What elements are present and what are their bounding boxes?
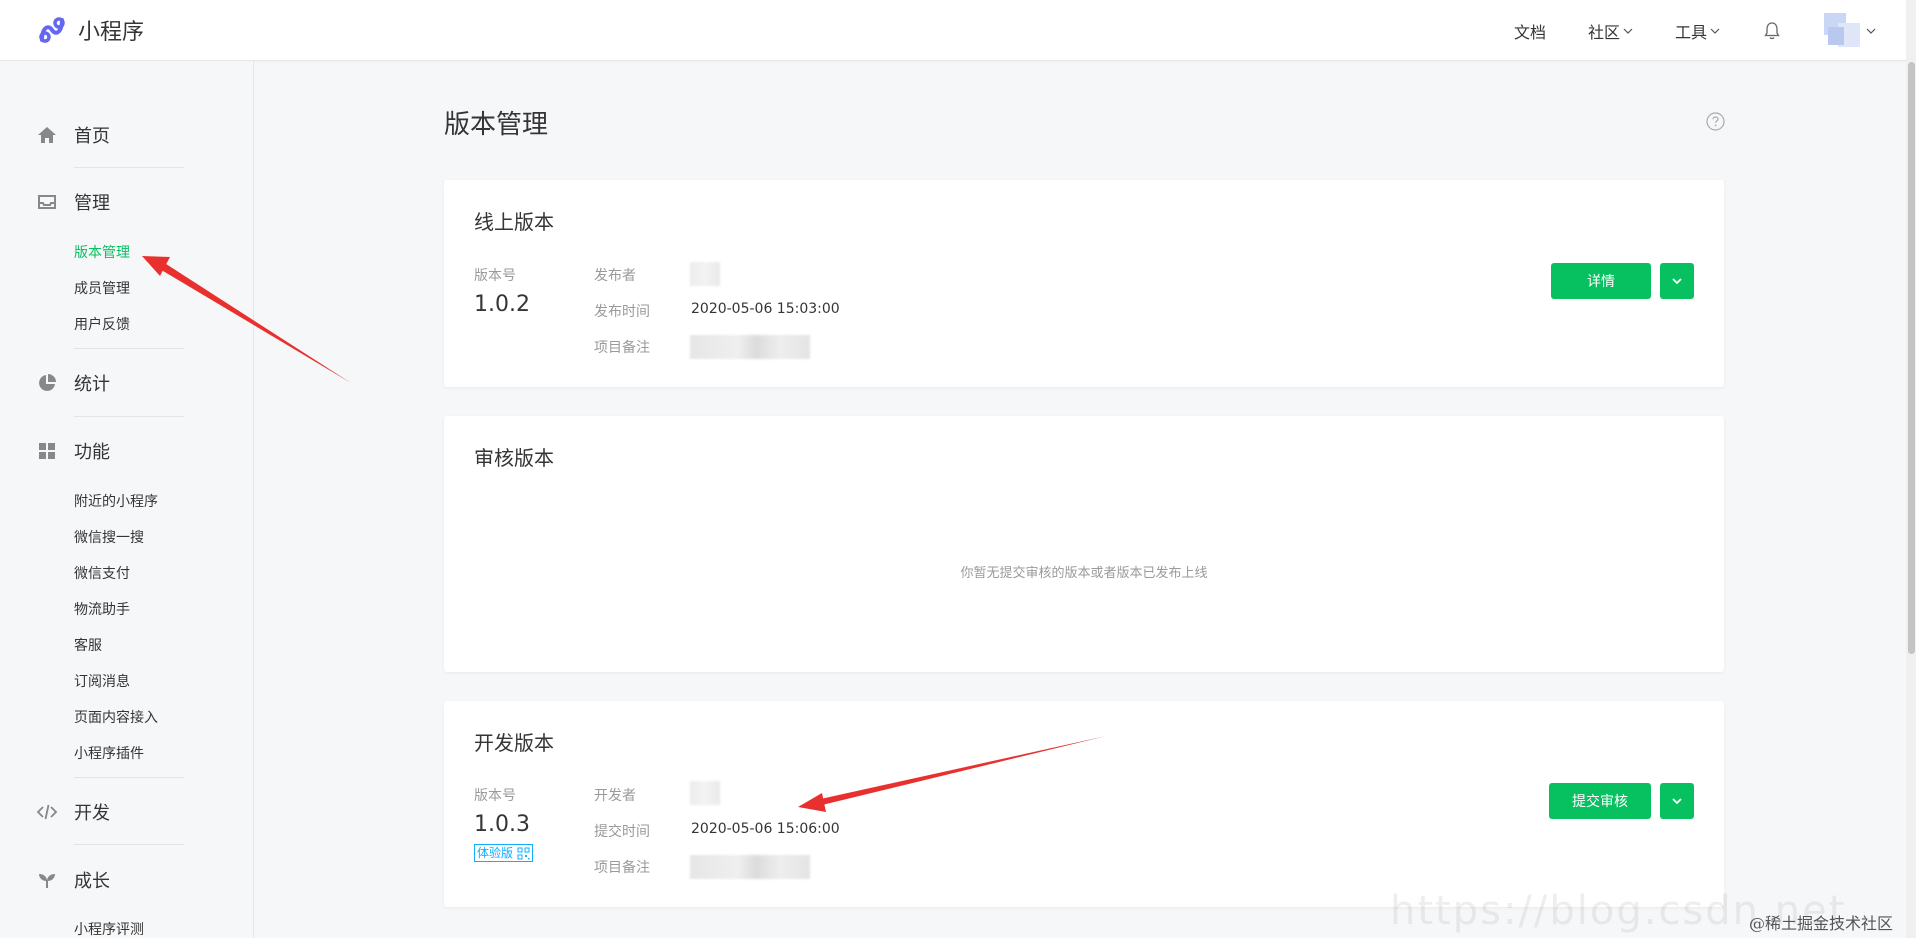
sidebar-item-label: 管理 xyxy=(74,193,110,214)
trial-version-badge[interactable]: 体验版 xyxy=(474,844,534,862)
sidebar-subitem-user-feedback[interactable]: 用户反馈 xyxy=(74,314,130,334)
divider xyxy=(74,167,184,168)
developer-avatar-redacted xyxy=(690,781,720,805)
sidebar-item-label: 开发 xyxy=(74,803,110,824)
sidebar-subitem-nearby[interactable]: 附近的小程序 xyxy=(74,491,158,511)
sidebar: 首页 管理 版本管理 成员管理 用户反馈 统计 功能 附近的小程序 微信搜一搜 … xyxy=(0,61,254,938)
field-key-publisher: 发布者 xyxy=(594,268,636,284)
divider xyxy=(74,416,184,417)
avatar xyxy=(1824,12,1860,49)
bell-icon[interactable] xyxy=(1762,21,1782,41)
page-title: 版本管理 xyxy=(444,110,549,140)
trial-badge-label: 体验版 xyxy=(477,846,514,860)
card-title: 审核版本 xyxy=(474,446,554,470)
nav-docs-label: 文档 xyxy=(1513,22,1546,42)
publisher-avatar-redacted xyxy=(690,262,720,286)
field-key-remark: 项目备注 xyxy=(594,860,650,876)
chevron-down-icon xyxy=(1672,798,1682,805)
scrollbar-thumb[interactable] xyxy=(1908,62,1915,654)
sidebar-item-label: 统计 xyxy=(74,374,110,395)
nav-docs[interactable]: 文档 xyxy=(1514,19,1546,43)
nav-community[interactable]: 社区 xyxy=(1588,19,1633,43)
field-key-submit-time: 提交时间 xyxy=(594,824,650,840)
version-number: 1.0.3 xyxy=(474,812,530,837)
qrcode-icon xyxy=(517,847,530,859)
dev-more-dropdown[interactable] xyxy=(1660,783,1694,819)
sprout-icon xyxy=(39,874,55,888)
help-icon[interactable] xyxy=(1706,112,1725,131)
pie-chart-icon xyxy=(39,374,56,391)
sidebar-subitem-plugins[interactable]: 小程序插件 xyxy=(74,743,144,763)
top-bar: 小程序 文档 社区 工具 xyxy=(0,0,1916,61)
divider xyxy=(74,844,184,845)
sidebar-item-stats[interactable]: 统计 xyxy=(36,370,110,396)
logo[interactable]: 小程序 xyxy=(36,14,144,46)
remark-redacted xyxy=(690,855,810,879)
sidebar-subitem-wechat-search[interactable]: 微信搜一搜 xyxy=(74,527,144,547)
sidebar-item-home[interactable]: 首页 xyxy=(36,122,110,148)
sidebar-subitem-customer-service[interactable]: 客服 xyxy=(74,635,102,655)
chevron-down-icon xyxy=(1710,28,1720,34)
submit-review-button[interactable]: 提交审核 xyxy=(1549,783,1651,819)
review-version-card: 审核版本 你暂无提交审核的版本或者版本已发布上线 xyxy=(444,416,1724,672)
miniprogram-logo-icon xyxy=(39,17,65,43)
sidebar-item-label: 成长 xyxy=(74,871,110,892)
inbox-icon xyxy=(38,195,56,209)
remark-redacted xyxy=(690,335,810,359)
logo-text: 小程序 xyxy=(78,20,145,45)
chevron-down-icon xyxy=(1623,28,1633,34)
sidebar-subitem-evaluation[interactable]: 小程序评测 xyxy=(74,919,144,938)
sidebar-item-growth[interactable]: 成长 xyxy=(36,867,110,893)
version-label: 版本号 xyxy=(474,788,516,804)
sidebar-subitem-subscribe-message[interactable]: 订阅消息 xyxy=(74,671,130,691)
details-button[interactable]: 详情 xyxy=(1551,263,1651,299)
field-key-remark: 项目备注 xyxy=(594,340,650,356)
chevron-down-icon xyxy=(1672,278,1682,285)
card-title: 开发版本 xyxy=(474,731,554,755)
nav-community-label: 社区 xyxy=(1587,22,1620,42)
grid-icon xyxy=(39,443,55,459)
dev-version-card: 开发版本 版本号 1.0.3 体验版 开发者 提交时间 2020-05-06 1… xyxy=(444,701,1724,907)
chevron-down-icon xyxy=(1866,28,1876,34)
sidebar-item-manage[interactable]: 管理 xyxy=(36,189,110,215)
publish-time-value: 2020-05-06 15:03:00 xyxy=(691,301,840,317)
sidebar-item-label: 首页 xyxy=(74,126,110,147)
watermark-text: @稀土掘金技术社区 xyxy=(1749,914,1894,933)
nav-tools[interactable]: 工具 xyxy=(1675,19,1720,43)
account-menu[interactable] xyxy=(1824,12,1876,49)
sidebar-item-label: 功能 xyxy=(74,442,110,463)
online-more-dropdown[interactable] xyxy=(1660,263,1694,299)
sidebar-subitem-page-content[interactable]: 页面内容接入 xyxy=(74,707,158,727)
nav-tools-label: 工具 xyxy=(1674,22,1707,42)
sidebar-subitem-logistics[interactable]: 物流助手 xyxy=(74,599,130,619)
sidebar-item-develop[interactable]: 开发 xyxy=(36,799,110,825)
field-key-publish-time: 发布时间 xyxy=(594,304,650,320)
divider xyxy=(74,777,184,778)
empty-state-text: 你暂无提交审核的版本或者版本已发布上线 xyxy=(960,566,1208,581)
sidebar-subitem-member-management[interactable]: 成员管理 xyxy=(74,278,130,298)
sidebar-subitem-wechat-pay[interactable]: 微信支付 xyxy=(74,563,130,583)
sidebar-subitem-version-management[interactable]: 版本管理 xyxy=(74,242,130,262)
card-title: 线上版本 xyxy=(474,210,554,234)
divider xyxy=(74,348,184,349)
field-key-developer: 开发者 xyxy=(594,788,636,804)
sidebar-item-features[interactable]: 功能 xyxy=(36,438,110,464)
version-number: 1.0.2 xyxy=(474,292,530,317)
top-nav: 文档 社区 工具 xyxy=(1472,0,1876,61)
version-label: 版本号 xyxy=(474,268,516,284)
code-icon xyxy=(36,804,58,820)
home-icon xyxy=(38,127,56,143)
submit-time-value: 2020-05-06 15:06:00 xyxy=(691,821,840,837)
online-version-card: 线上版本 版本号 1.0.2 发布者 发布时间 2020-05-06 15:03… xyxy=(444,180,1724,387)
